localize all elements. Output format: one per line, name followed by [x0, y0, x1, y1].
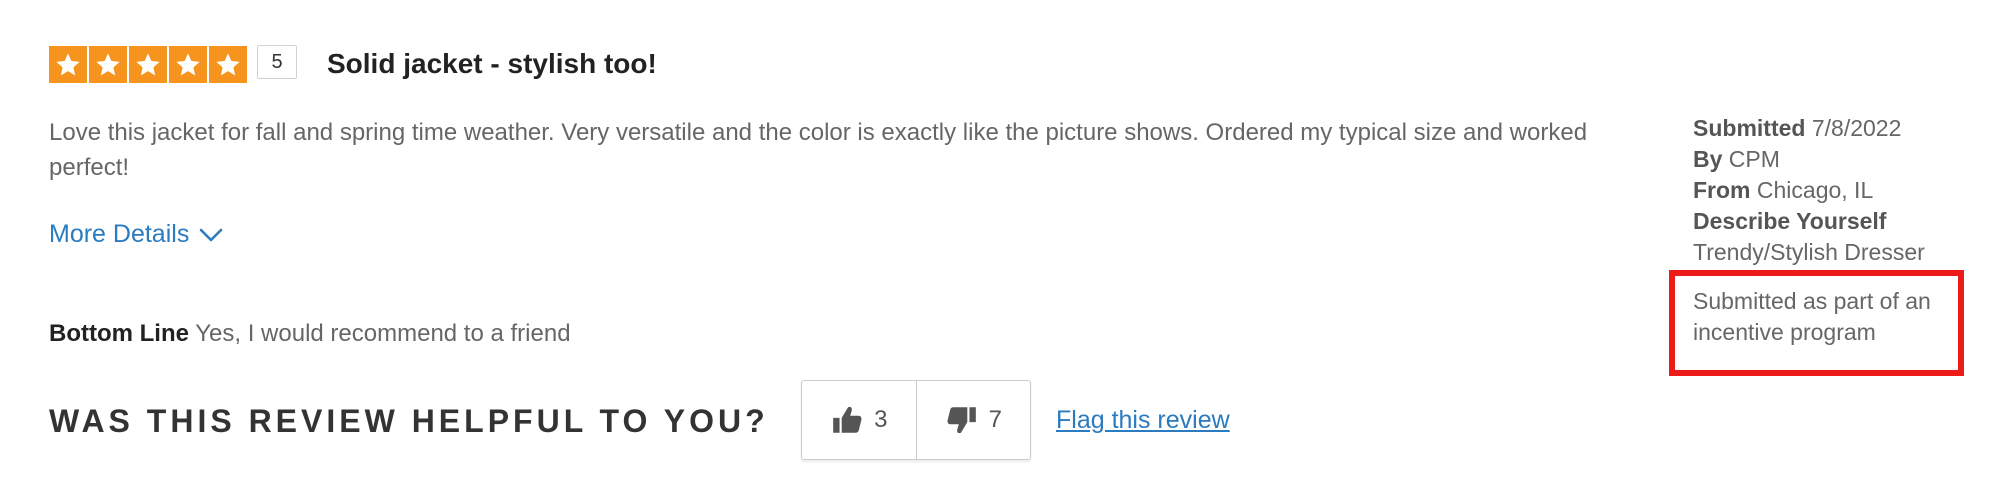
more-details-link[interactable]: More Details: [49, 220, 223, 249]
incentive-note: Submitted as part of an incentive progra…: [1693, 288, 1931, 345]
star-rating: [49, 46, 247, 83]
from-value: Chicago, IL: [1756, 177, 1874, 203]
downvote-count: 7: [988, 406, 1002, 433]
star-icon: [49, 46, 87, 83]
upvote-button[interactable]: 3: [802, 381, 916, 459]
star-icon: [169, 46, 207, 83]
describe-label: Describe Yourself: [1693, 208, 1887, 234]
helpful-question: WAS THIS REVIEW HELPFUL TO YOU?: [49, 403, 769, 439]
flag-review-link[interactable]: Flag this review: [1056, 406, 1230, 435]
chevron-down-icon: [200, 228, 223, 241]
review-meta: Submitted 7/8/2022 By CPM From Chicago, …: [1693, 113, 1925, 268]
downvote-button[interactable]: 7: [915, 381, 1031, 459]
star-icon: [89, 46, 127, 83]
more-details-label: More Details: [49, 220, 190, 248]
review-body: Love this jacket for fall and spring tim…: [49, 119, 1588, 181]
bottom-line-label: Bottom Line: [49, 320, 189, 347]
review-card: 5 Solid jacket - stylish too! Love this …: [0, 0, 1999, 495]
star-icon: [209, 46, 247, 83]
bottom-line: Bottom Line Yes, I would recommend to a …: [49, 320, 571, 348]
submitted-value: 7/8/2022: [1811, 115, 1902, 141]
by-label: By: [1693, 146, 1723, 172]
meta-from: From Chicago, IL: [1693, 175, 1925, 206]
from-label: From: [1693, 177, 1751, 203]
bottom-line-value: Yes, I would recommend to a friend: [195, 320, 571, 347]
rating-number: 5: [257, 45, 297, 79]
thumbs-down-icon: [947, 407, 976, 434]
review-title: Solid jacket - stylish too!: [327, 48, 657, 79]
star-icon: [129, 46, 167, 83]
helpful-vote-group: 3 7: [801, 380, 1031, 460]
describe-value: Trendy/Stylish Dresser: [1693, 239, 1925, 265]
submitted-label: Submitted: [1693, 115, 1806, 141]
upvote-count: 3: [874, 406, 888, 433]
by-value: CPM: [1728, 146, 1780, 172]
meta-by: By CPM: [1693, 144, 1925, 175]
meta-submitted: Submitted 7/8/2022: [1693, 113, 1925, 144]
thumbs-up-icon: [833, 406, 862, 433]
